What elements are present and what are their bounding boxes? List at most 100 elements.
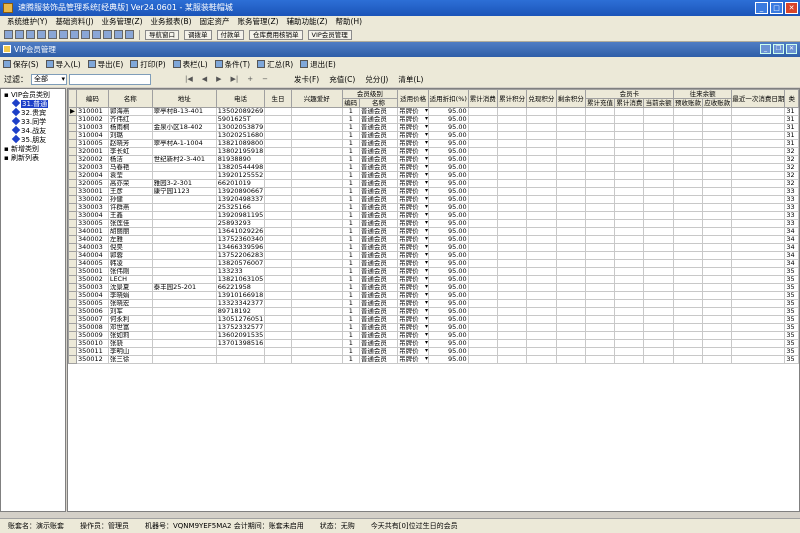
- table-cell[interactable]: [584, 139, 616, 148]
- table-cell[interactable]: [264, 243, 292, 252]
- table-row[interactable]: 350003沈景夏泰丰园25-20166221958 1普通会员吊牌价95.00 3…: [68, 283, 799, 292]
- table-cell[interactable]: [151, 147, 217, 156]
- table-cell[interactable]: [555, 123, 586, 132]
- table-cell[interactable]: [290, 179, 343, 188]
- table-cell[interactable]: [264, 275, 292, 284]
- table-cell[interactable]: [526, 315, 557, 324]
- table-cell[interactable]: [584, 307, 616, 316]
- table-cell[interactable]: [290, 267, 343, 276]
- table-cell[interactable]: [614, 347, 645, 356]
- table-cell[interactable]: [584, 211, 616, 220]
- table-cell[interactable]: [290, 203, 343, 212]
- table-cell[interactable]: [731, 291, 786, 300]
- summary-button[interactable]: 汇总(R): [257, 59, 293, 70]
- table-cell[interactable]: 何永利: [107, 315, 153, 324]
- table-cell[interactable]: 95.00: [428, 211, 469, 220]
- table-cell[interactable]: 350001: [76, 267, 109, 276]
- tool-icon[interactable]: [70, 30, 79, 39]
- table-cell[interactable]: [151, 243, 217, 252]
- table-cell[interactable]: [526, 299, 557, 308]
- table-cell[interactable]: 1: [341, 155, 360, 164]
- print-button[interactable]: 打印(P): [130, 59, 166, 70]
- table-cell[interactable]: 350005: [76, 299, 109, 308]
- table-cell[interactable]: [264, 347, 292, 356]
- col-name[interactable]: 名称: [107, 89, 153, 108]
- table-cell[interactable]: [731, 227, 786, 236]
- table-cell[interactable]: [290, 123, 343, 132]
- table-cell[interactable]: 13920498337: [215, 195, 266, 204]
- table-cell[interactable]: [151, 339, 217, 348]
- table-cell[interactable]: [264, 171, 292, 180]
- table-cell[interactable]: [290, 275, 343, 284]
- table-cell[interactable]: 1: [341, 315, 360, 324]
- table-cell[interactable]: 吊牌价: [397, 331, 429, 340]
- table-cell[interactable]: 普通会员: [358, 155, 399, 164]
- table-cell[interactable]: [467, 211, 498, 220]
- table-cell[interactable]: [643, 187, 674, 196]
- table-cell[interactable]: 13821089800: [215, 139, 266, 148]
- table-cell[interactable]: [702, 307, 733, 316]
- col-type[interactable]: 类: [784, 89, 799, 108]
- table-cell[interactable]: [643, 195, 674, 204]
- table-cell[interactable]: [614, 131, 645, 140]
- table-cell[interactable]: [584, 259, 616, 268]
- table-cell[interactable]: [526, 123, 557, 132]
- table-cell[interactable]: [526, 347, 557, 356]
- table-cell[interactable]: [151, 291, 217, 300]
- table-cell[interactable]: [526, 187, 557, 196]
- table-cell[interactable]: [643, 243, 674, 252]
- table-cell[interactable]: 35: [784, 355, 799, 364]
- table-cell[interactable]: 35: [784, 299, 799, 308]
- table-cell[interactable]: 普通会员: [358, 347, 399, 356]
- table-cell[interactable]: 康宁园1123: [151, 187, 217, 196]
- transfer-order-button[interactable]: 调拨单: [184, 29, 212, 40]
- table-cell[interactable]: [643, 331, 674, 340]
- table-cell[interactable]: 95.00: [428, 187, 469, 196]
- list-button[interactable]: 清单(L): [398, 74, 423, 85]
- table-cell[interactable]: [264, 291, 292, 300]
- col-prepaid[interactable]: 预收账款: [672, 98, 704, 108]
- table-cell[interactable]: 雅园3-2-301: [151, 179, 217, 188]
- table-cell[interactable]: 13820544498: [215, 163, 266, 172]
- table-cell[interactable]: 35: [784, 331, 799, 340]
- table-cell[interactable]: [496, 171, 528, 180]
- table-cell[interactable]: [526, 259, 557, 268]
- table-cell[interactable]: 35: [784, 323, 799, 332]
- table-cell[interactable]: [584, 243, 616, 252]
- table-cell[interactable]: 95.00: [428, 315, 469, 324]
- table-cell[interactable]: [290, 331, 343, 340]
- table-cell[interactable]: [496, 243, 528, 252]
- table-cell[interactable]: 世纪新村2-3-401: [151, 155, 217, 164]
- table-cell[interactable]: [702, 147, 733, 156]
- row-indicator[interactable]: [68, 347, 77, 356]
- table-cell[interactable]: 310003: [76, 123, 109, 132]
- table-cell[interactable]: 13920890667: [215, 187, 266, 196]
- table-cell[interactable]: 34: [784, 243, 799, 252]
- table-cell[interactable]: [584, 283, 616, 292]
- table-cell[interactable]: 普通会员: [358, 355, 399, 364]
- payment-order-button[interactable]: 付款单: [216, 29, 244, 40]
- table-cell[interactable]: [614, 331, 645, 340]
- table-cell[interactable]: 31: [784, 123, 799, 132]
- table-cell[interactable]: [555, 347, 586, 356]
- table-cell[interactable]: [496, 251, 528, 260]
- table-cell[interactable]: [584, 187, 616, 196]
- table-cell[interactable]: [672, 235, 704, 244]
- table-cell[interactable]: [731, 171, 786, 180]
- table-cell[interactable]: [264, 147, 292, 156]
- table-row[interactable]: 310005赵晓芳翠亭村A-1-100413821089800 1普通会员吊牌价9…: [68, 139, 799, 148]
- table-cell[interactable]: [467, 187, 498, 196]
- table-cell[interactable]: [672, 179, 704, 188]
- table-cell[interactable]: 340003: [76, 243, 109, 252]
- table-cell[interactable]: 吊牌价: [397, 211, 429, 220]
- table-cell[interactable]: [672, 203, 704, 212]
- table-cell[interactable]: 1: [341, 171, 360, 180]
- table-cell[interactable]: [526, 147, 557, 156]
- table-cell[interactable]: 吊牌价: [397, 131, 429, 140]
- table-cell[interactable]: [264, 163, 292, 172]
- table-row[interactable]: 320002杨洁世纪新村2-3-40181938890 1普通会员吊牌价95.00…: [68, 155, 799, 164]
- table-cell[interactable]: [731, 251, 786, 260]
- table-cell[interactable]: 1: [341, 195, 360, 204]
- table-cell[interactable]: [702, 259, 733, 268]
- row-indicator[interactable]: [68, 291, 77, 300]
